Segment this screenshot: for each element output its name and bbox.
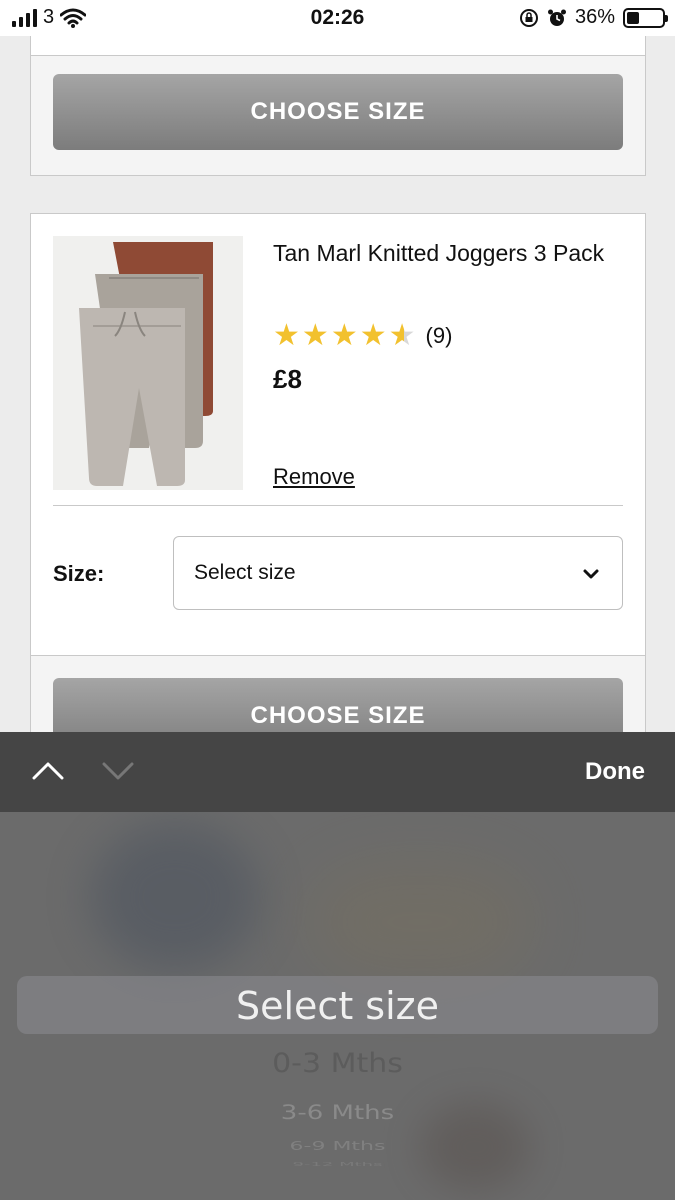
basket-item-previous: CHOOSE SIZE (30, 32, 646, 176)
status-right: 36% (519, 6, 668, 29)
picker-toolbar: Done (0, 732, 675, 812)
joggers-image (79, 242, 213, 486)
size-picker-wheel[interactable]: Select size 0-3 Mths 3-6 Mths 6-9 Mths 9… (0, 812, 675, 1200)
battery-icon (623, 7, 668, 28)
product-title[interactable]: Tan Marl Knitted Joggers 3 Pack (273, 236, 613, 270)
size-select[interactable]: Select size (173, 536, 623, 610)
alarm-icon (547, 9, 566, 26)
picker-option[interactable]: 6-9 Mths (0, 1140, 675, 1154)
chevron-down-icon (583, 569, 599, 579)
chevron-down-icon[interactable] (100, 756, 136, 786)
background-blur (310, 862, 530, 982)
star-icon: ★ (330, 319, 358, 352)
star-half-icon: ★ (388, 319, 416, 352)
battery-fill (627, 11, 639, 24)
chevron-up-icon[interactable] (30, 756, 66, 786)
size-label: Size: (53, 561, 105, 586)
rating-stars: ★ ★ ★ ★ ★ (9) (273, 318, 452, 353)
size-select-value: Select size (194, 561, 296, 584)
product-price: £8 (273, 364, 302, 394)
choose-size-button[interactable]: CHOOSE SIZE (53, 74, 623, 150)
divider (53, 505, 623, 506)
star-icon: ★ (301, 319, 329, 352)
review-count[interactable]: (9) (426, 323, 453, 349)
picker-option[interactable]: 3-6 Mths (0, 1102, 675, 1125)
picker-option-selected[interactable]: Select size (0, 984, 675, 1028)
star-icon: ★ (273, 319, 300, 352)
done-button[interactable]: Done (585, 758, 645, 786)
picker-option[interactable]: 0-3 Mths (0, 1048, 675, 1080)
card-footer: CHOOSE SIZE (31, 55, 645, 175)
status-bar: 3 02:26 36% (0, 0, 675, 36)
star-icon: ★ (359, 319, 387, 352)
background-blur (90, 822, 260, 972)
rotation-lock-icon (519, 8, 538, 27)
picker-option[interactable]: 9-12 Mths (0, 1161, 675, 1167)
battery-percent: 36% (574, 6, 615, 28)
remove-link[interactable]: Remove (273, 464, 355, 490)
product-image[interactable] (53, 236, 243, 490)
